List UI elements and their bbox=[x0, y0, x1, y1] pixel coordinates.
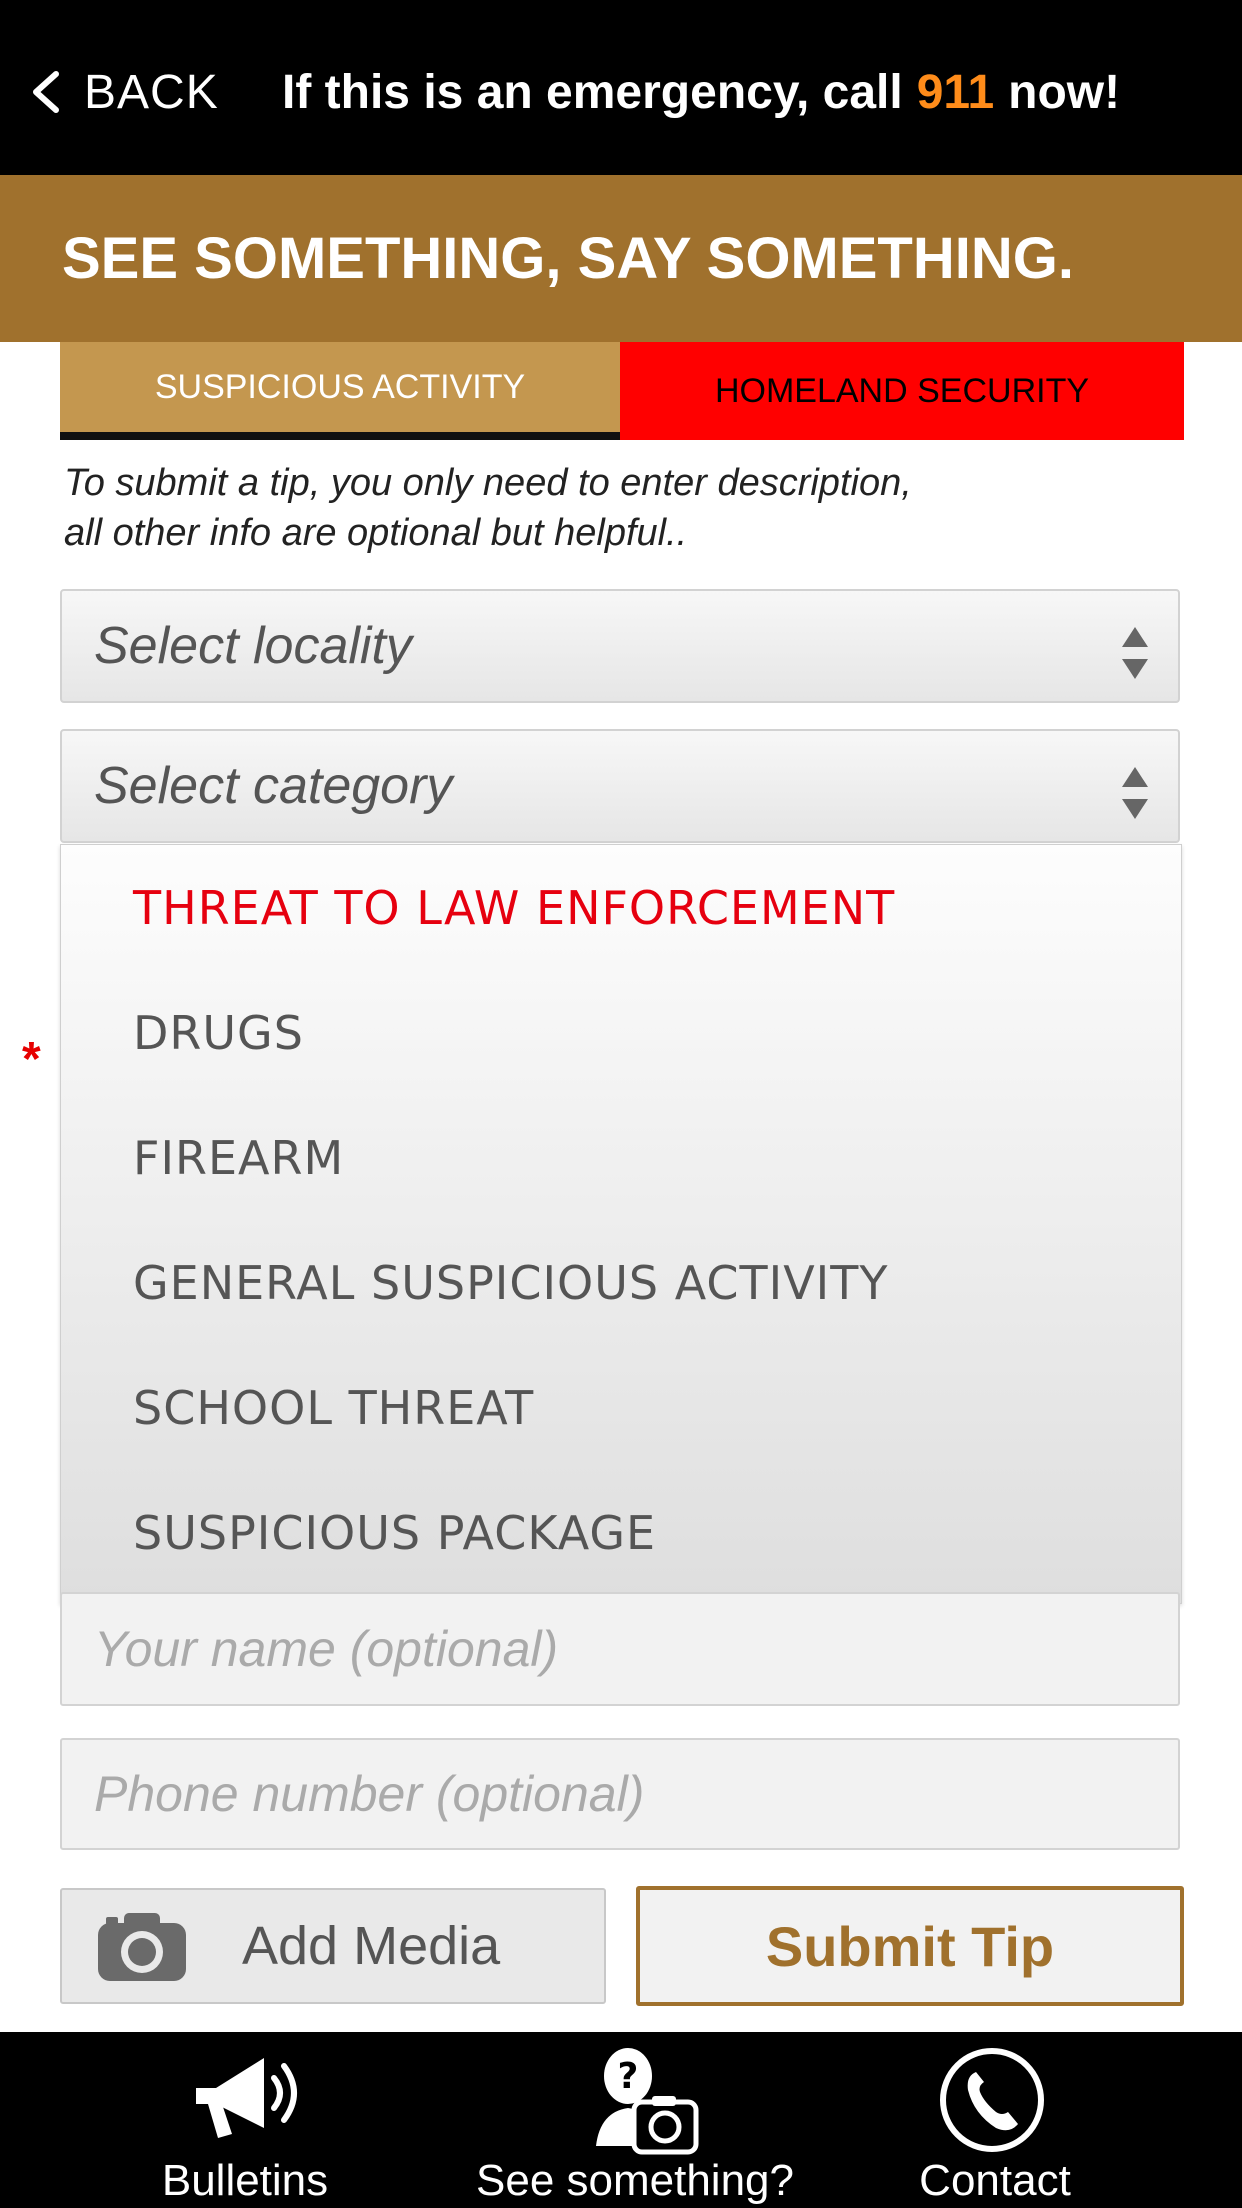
emergency-prefix: If this is an emergency, call bbox=[282, 65, 903, 119]
required-marker: * bbox=[22, 1033, 41, 1086]
tip-type-tabs: SUSPICIOUS ACTIVITY HOMELAND SECURITY bbox=[60, 342, 1184, 440]
locality-select-label: Select locality bbox=[94, 617, 412, 675]
form-hint: To submit a tip, you only need to enter … bbox=[64, 458, 1164, 558]
tabbar-label-bulletins: Bulletins bbox=[161, 2156, 329, 2205]
question-camera-icon: ? bbox=[596, 2048, 699, 2155]
category-option[interactable]: FIREARM bbox=[61, 1095, 1181, 1220]
select-arrows-icon bbox=[1122, 767, 1148, 819]
tab-homeland-security[interactable]: HOMELAND SECURITY bbox=[620, 342, 1184, 440]
emergency-suffix: now! bbox=[1008, 65, 1121, 119]
name-placeholder: Your name (optional) bbox=[94, 1621, 559, 1677]
camera-icon bbox=[98, 1913, 186, 1981]
name-field[interactable]: Your name (optional) bbox=[60, 1592, 1180, 1706]
form-hint-line-2: all other info are optional but helpful.… bbox=[64, 512, 688, 554]
tabbar-item-see-something[interactable]: ? See something? bbox=[470, 2032, 800, 2208]
megaphone-icon bbox=[196, 2058, 297, 2138]
category-select-label: Select category bbox=[94, 757, 453, 815]
submit-tip-button[interactable]: Submit Tip bbox=[636, 1886, 1184, 2006]
category-option[interactable]: SCHOOL THREAT bbox=[61, 1345, 1181, 1470]
emergency-number[interactable]: 911 bbox=[917, 65, 994, 120]
add-media-label: Add Media bbox=[242, 1916, 501, 1976]
tabbar-item-contact[interactable]: Contact bbox=[900, 2032, 1090, 2208]
tabbar-label-see-something: See something? bbox=[476, 2156, 794, 2205]
category-select[interactable]: Select category bbox=[60, 729, 1180, 843]
select-arrows-icon bbox=[1122, 627, 1148, 679]
locality-select[interactable]: Select locality bbox=[60, 589, 1180, 703]
category-option[interactable]: DRUGS bbox=[61, 970, 1181, 1095]
category-option[interactable]: GENERAL SUSPICIOUS ACTIVITY bbox=[61, 1220, 1181, 1345]
back-label: BACK bbox=[84, 65, 219, 119]
category-option[interactable]: SUSPICIOUS PACKAGE bbox=[61, 1470, 1181, 1595]
page-title: SEE SOMETHING, SAY SOMETHING. bbox=[62, 226, 1074, 291]
category-option[interactable]: THREAT TO LAW ENFORCEMENT bbox=[61, 845, 1181, 970]
back-button[interactable]: BACK bbox=[28, 58, 219, 126]
phone-icon bbox=[940, 2048, 1044, 2152]
tabbar-label-contact: Contact bbox=[919, 2156, 1071, 2205]
tabbar-item-bulletins[interactable]: Bulletins bbox=[130, 2032, 360, 2208]
top-bar: BACK If this is an emergency, call 911 n… bbox=[0, 0, 1242, 175]
form-hint-line-1: To submit a tip, you only need to enter … bbox=[64, 462, 912, 504]
svg-text:?: ? bbox=[618, 2056, 639, 2097]
phone-field[interactable]: Phone number (optional) bbox=[60, 1738, 1180, 1850]
category-dropdown: THREAT TO LAW ENFORCEMENT DRUGS FIREARM … bbox=[60, 844, 1182, 1604]
chevron-left-icon bbox=[33, 71, 59, 113]
phone-placeholder: Phone number (optional) bbox=[94, 1766, 645, 1822]
emergency-notice: If this is an emergency, call 911 now! bbox=[282, 58, 1120, 126]
add-media-button[interactable]: Add Media bbox=[60, 1888, 606, 2004]
page-banner: SEE SOMETHING, SAY SOMETHING. bbox=[0, 175, 1242, 342]
bottom-tab-bar: Bulletins ? See something? Contact bbox=[0, 2032, 1242, 2208]
tab-suspicious-activity[interactable]: SUSPICIOUS ACTIVITY bbox=[60, 342, 620, 440]
